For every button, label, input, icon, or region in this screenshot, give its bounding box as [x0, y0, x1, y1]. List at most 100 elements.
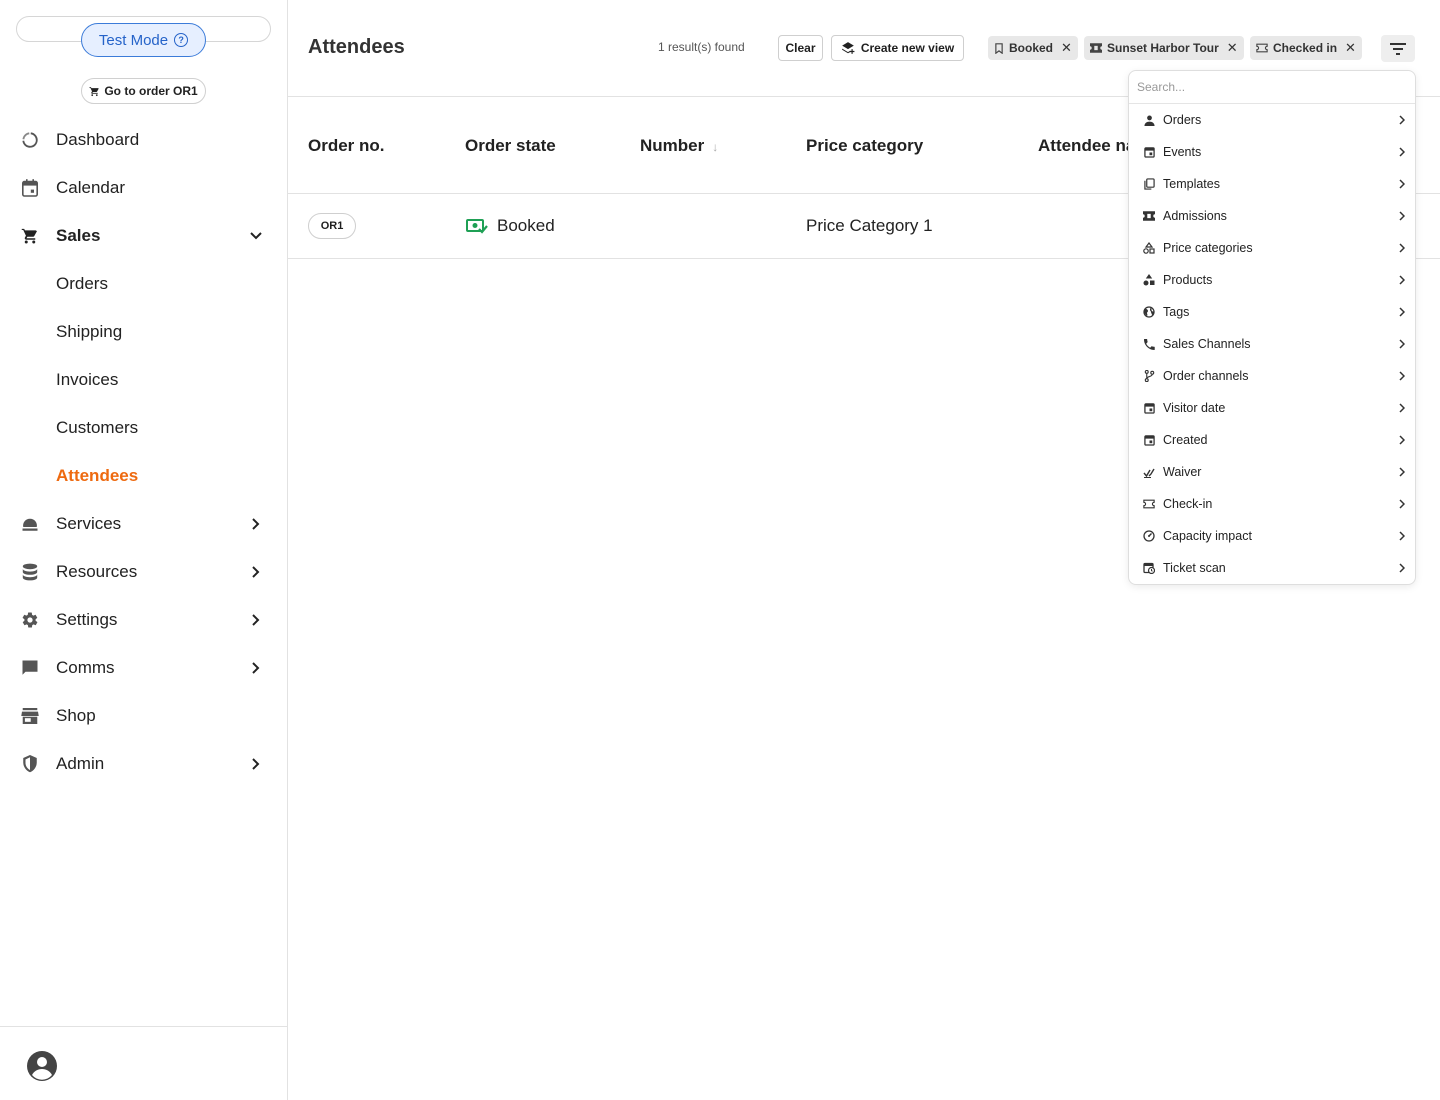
filter-option-order-channels[interactable]: Order channels — [1129, 360, 1415, 392]
go-to-order-label: Go to order OR1 — [104, 84, 198, 98]
person-icon — [1142, 113, 1156, 127]
sidebar-item-settings[interactable]: Settings — [0, 604, 288, 636]
clear-button[interactable]: Clear — [778, 35, 823, 61]
sidebar-item-label: Dashboard — [56, 130, 140, 149]
sidebar-item-label: Resources — [56, 562, 138, 581]
chevron-down-icon — [248, 228, 264, 244]
calendar-icon — [1142, 401, 1156, 415]
avatar[interactable] — [26, 1050, 58, 1082]
sidebar-item-invoices[interactable]: Invoices — [0, 364, 288, 396]
filter-option-created[interactable]: Created — [1129, 424, 1415, 456]
filter-option-capacity-impact[interactable]: Capacity impact — [1129, 520, 1415, 552]
test-mode-button[interactable]: Test Mode ? — [81, 23, 206, 57]
chevron-right-icon — [1397, 242, 1407, 254]
filter-option-check-in[interactable]: Check-in — [1129, 488, 1415, 520]
sidebar-item-services[interactable]: Services — [0, 508, 288, 540]
chevron-right-icon — [1397, 306, 1407, 318]
sidebar-item-orders[interactable]: Orders — [0, 268, 288, 300]
filter-option-admissions[interactable]: Admissions — [1129, 200, 1415, 232]
sidebar-item-label: Shop — [56, 706, 96, 725]
filter-option-waiver[interactable]: Waiver — [1129, 456, 1415, 488]
checkin-icon — [1142, 497, 1156, 511]
filter-chip-tour[interactable]: Sunset Harbor Tour ✕ — [1084, 36, 1244, 60]
chevron-right-icon — [1397, 210, 1407, 222]
column-header-order-no[interactable]: Order no. — [308, 136, 385, 156]
sidebar-item-label: Shipping — [56, 322, 123, 341]
filter-option-tags[interactable]: Tags — [1129, 296, 1415, 328]
filter-search-input[interactable] — [1129, 71, 1415, 104]
close-icon[interactable]: ✕ — [1345, 40, 1356, 56]
filter-option-products[interactable]: Products — [1129, 264, 1415, 296]
filter-option-visitor-date[interactable]: Visitor date — [1129, 392, 1415, 424]
filter-option-events[interactable]: Events — [1129, 136, 1415, 168]
chevron-right-icon — [248, 660, 264, 676]
gear-icon — [21, 611, 39, 629]
filter-option-label: Orders — [1163, 113, 1202, 127]
test-mode-label: Test Mode — [98, 31, 169, 49]
price-category-cell: Price Category 1 — [806, 216, 933, 235]
sidebar-item-label: Services — [56, 514, 122, 533]
chat-icon — [21, 659, 39, 677]
sidebar-item-shipping[interactable]: Shipping — [0, 316, 288, 348]
chevron-right-icon — [248, 516, 264, 532]
phone-icon — [1142, 337, 1156, 351]
sidebar-item-label: Invoices — [56, 370, 119, 389]
account-icon — [27, 1051, 57, 1081]
column-header-attendee-name[interactable]: Attendee na — [1038, 136, 1135, 156]
sidebar-item-sales[interactable]: Sales — [0, 220, 288, 252]
filter-option-templates[interactable]: Templates — [1129, 168, 1415, 200]
order-number-link[interactable]: OR1 — [308, 213, 356, 239]
filter-option-label: Price categories — [1163, 241, 1253, 255]
shield-icon — [21, 755, 39, 773]
filter-option-orders[interactable]: Orders — [1129, 104, 1415, 136]
filter-icon — [1390, 42, 1406, 55]
column-header-price-category[interactable]: Price category — [806, 136, 923, 156]
sidebar-item-label: Settings — [56, 610, 118, 629]
sidebar-item-shop[interactable]: Shop — [0, 700, 288, 732]
chevron-right-icon — [248, 756, 264, 772]
filter-option-label: Ticket scan — [1163, 561, 1226, 575]
chevron-right-icon — [1397, 498, 1407, 510]
filter-option-ticket-scan[interactable]: Ticket scan — [1129, 552, 1415, 584]
filter-option-label: Templates — [1163, 177, 1220, 191]
filter-chip-label: Booked — [1009, 41, 1054, 55]
close-icon[interactable]: ✕ — [1061, 40, 1072, 56]
sidebar-item-comms[interactable]: Comms — [0, 652, 288, 684]
chevron-right-icon — [248, 612, 264, 628]
cart-icon — [89, 86, 100, 96]
sidebar-item-resources[interactable]: Resources — [0, 556, 288, 588]
chevron-right-icon — [1397, 338, 1407, 350]
sidebar-item-attendees[interactable]: Attendees — [0, 460, 288, 492]
chevron-right-icon — [1397, 562, 1407, 574]
go-to-order-button[interactable]: Go to order OR1 — [81, 78, 206, 104]
sidebar-item-calendar[interactable]: Calendar — [0, 172, 288, 204]
filter-option-label: Visitor date — [1163, 401, 1226, 415]
chevron-right-icon — [1397, 146, 1407, 158]
sidebar-item-admin[interactable]: Admin — [0, 748, 288, 780]
filter-option-label: Check-in — [1163, 497, 1213, 511]
filter-chip-booked[interactable]: Booked ✕ — [988, 36, 1078, 60]
chevron-right-icon — [1397, 178, 1407, 190]
filter-option-label: Capacity impact — [1163, 529, 1252, 543]
sort-down-icon[interactable]: ↓ — [712, 140, 718, 154]
filter-option-sales-channels[interactable]: Sales Channels — [1129, 328, 1415, 360]
sidebar-item-label: Customers — [56, 418, 139, 437]
layers-add-icon — [841, 42, 855, 54]
filter-chip-checked-in[interactable]: Checked in ✕ — [1250, 36, 1362, 60]
sidebar-item-label: Attendees — [56, 466, 139, 485]
filter-option-price-categories[interactable]: Price categories — [1129, 232, 1415, 264]
order-state-label: Booked — [497, 216, 555, 235]
sidebar-item-dashboard[interactable]: Dashboard — [0, 124, 288, 156]
column-header-number[interactable]: Number ↓ — [640, 136, 718, 156]
shapes-outline-icon — [1142, 241, 1156, 255]
close-icon[interactable]: ✕ — [1227, 40, 1238, 56]
filter-chip-label: Sunset Harbor Tour — [1107, 41, 1219, 55]
sidebar: Test Mode ? Go to order OR1 Dashboard Ca… — [0, 0, 288, 1100]
chevron-right-icon — [248, 564, 264, 580]
sidebar-item-label: Orders — [56, 274, 108, 293]
create-new-view-button[interactable]: Create new view — [831, 35, 964, 61]
sidebar-item-customers[interactable]: Customers — [0, 412, 288, 444]
chevron-right-icon — [1397, 530, 1407, 542]
column-header-order-state[interactable]: Order state — [465, 136, 556, 156]
filter-button[interactable] — [1381, 35, 1415, 62]
